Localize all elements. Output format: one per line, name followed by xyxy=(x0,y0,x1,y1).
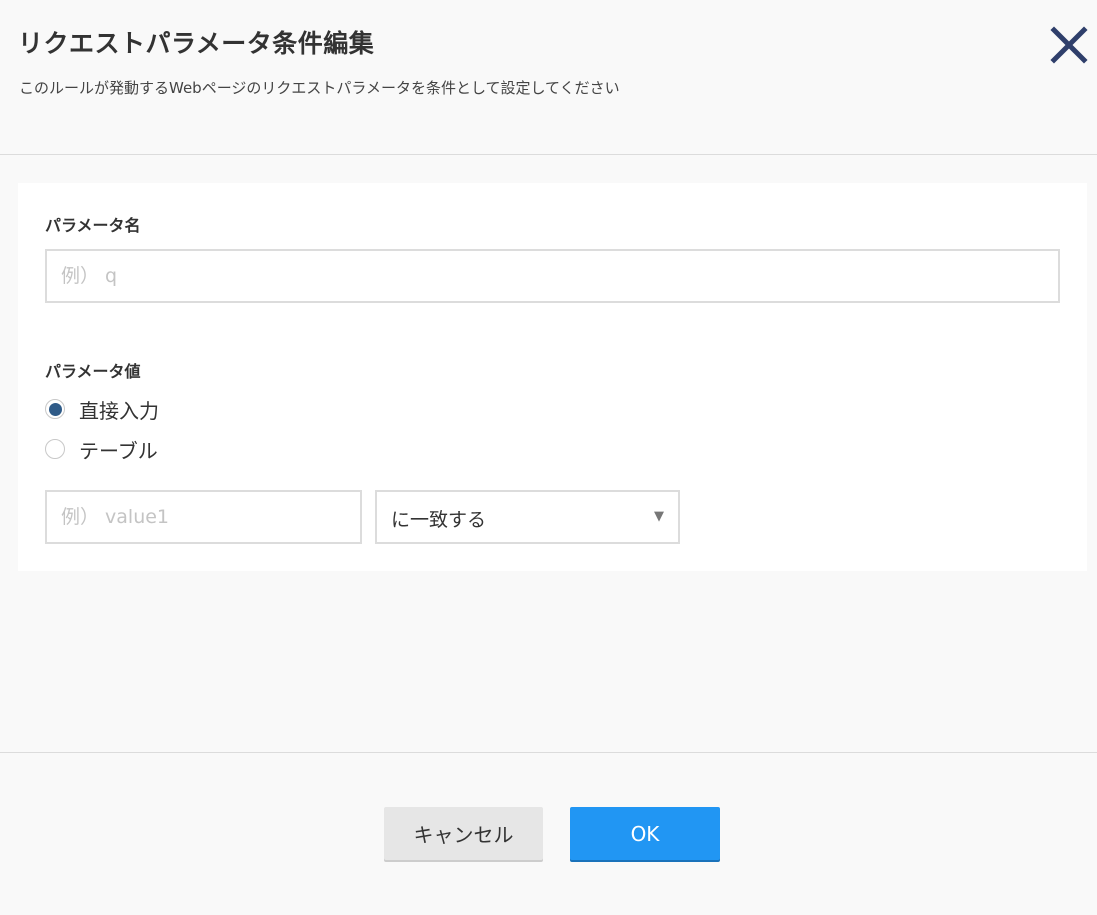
dialog-subtitle: このルールが発動するWebページのリクエストパラメータを条件として設定してくださ… xyxy=(19,79,620,97)
close-button[interactable] xyxy=(1046,22,1092,68)
radio-table[interactable]: テーブル xyxy=(45,434,158,464)
param-value-input[interactable] xyxy=(45,490,362,544)
footer-divider xyxy=(0,752,1097,753)
match-type-selected-value: に一致する xyxy=(391,509,487,531)
radio-direct-input[interactable]: 直接入力 xyxy=(45,394,159,424)
cancel-button[interactable]: キャンセル xyxy=(384,807,543,860)
radio-dot xyxy=(48,402,62,416)
match-type-select[interactable]: に一致する ▼ xyxy=(375,490,680,544)
radio-direct-input-label: 直接入力 xyxy=(79,398,159,423)
dialog-title: リクエストパラメータ条件編集 xyxy=(18,29,375,58)
close-icon xyxy=(1050,26,1088,64)
radio-button-unselected[interactable] xyxy=(45,439,65,459)
ok-button[interactable]: OK xyxy=(570,807,720,860)
form-panel: パラメータ名 パラメータ値 直接入力 テーブル に一致する ▼ xyxy=(18,183,1087,571)
dialog-header: リクエストパラメータ条件編集 このルールが発動するWebページのリクエストパラメ… xyxy=(0,0,1097,155)
param-name-label: パラメータ名 xyxy=(45,216,141,235)
radio-table-label: テーブル xyxy=(79,438,158,463)
dropdown-arrow-icon: ▼ xyxy=(654,509,664,524)
radio-button-selected[interactable] xyxy=(45,399,65,419)
param-name-input[interactable] xyxy=(45,249,1060,303)
param-value-label: パラメータ値 xyxy=(45,362,141,381)
